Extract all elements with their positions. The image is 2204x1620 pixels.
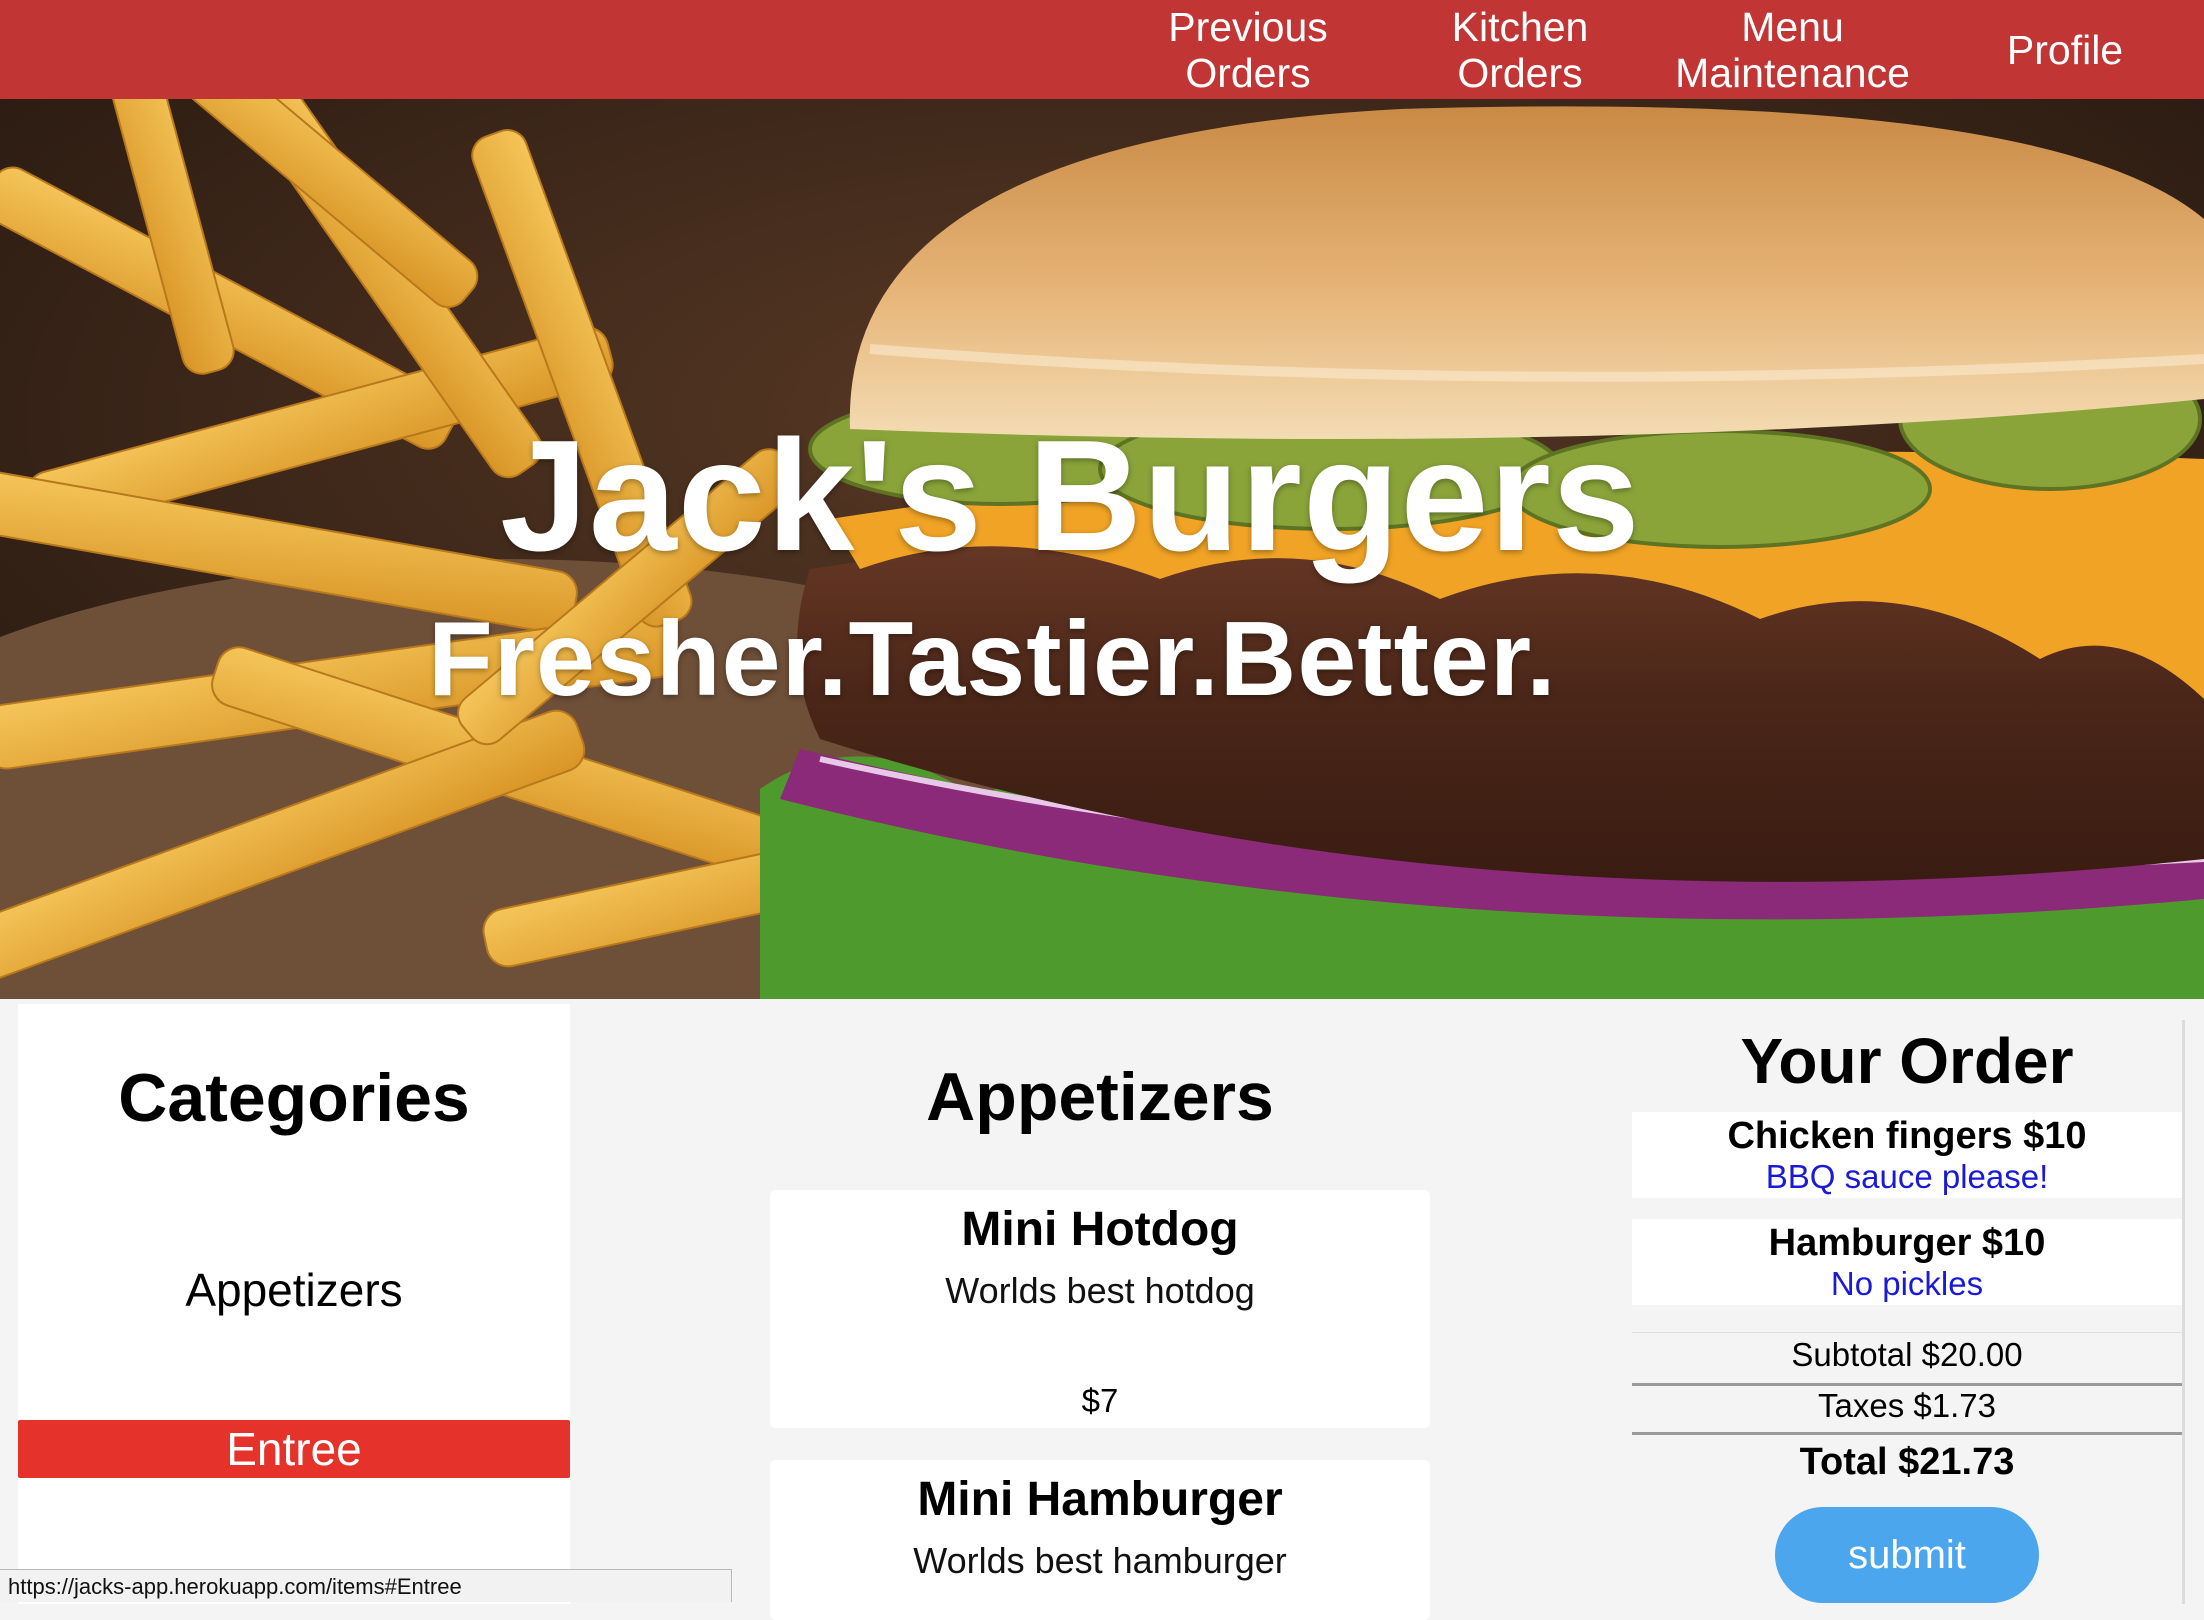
menu-item-name: Mini Hamburger: [917, 1473, 1283, 1526]
menu-item-card[interactable]: Mini Hotdog Worlds best hotdog $7: [770, 1190, 1430, 1428]
category-appetizers[interactable]: Appetizers: [18, 1261, 570, 1319]
nav-menu-maintenance-line1: Menu: [1741, 3, 1844, 50]
hero-tagline: Fresher.Tastier.Better.: [428, 600, 1557, 718]
nav-menu-maintenance[interactable]: Menu Maintenance: [1655, 0, 1930, 99]
hero-banner: Jack's Burgers Fresher.Tastier.Better.: [0, 99, 2204, 999]
nav-kitchen-orders-line2: Orders: [1457, 49, 1583, 96]
order-line-item[interactable]: Chicken fingers $10 BBQ sauce please!: [1632, 1112, 2182, 1198]
nav-previous-orders[interactable]: Previous Orders: [1130, 0, 1366, 99]
order-line-name: Hamburger $10: [1768, 1222, 2046, 1264]
menu-item-name: Mini Hotdog: [961, 1203, 1239, 1256]
order-line-item[interactable]: Hamburger $10 No pickles: [1632, 1219, 2182, 1305]
nav-kitchen-orders[interactable]: Kitchen Orders: [1400, 0, 1640, 99]
nav-menu-maintenance-line2: Maintenance: [1675, 49, 1910, 96]
menu-section-heading: Appetizers: [926, 1059, 1274, 1135]
menu-item-description: Worlds best hamburger: [913, 1540, 1287, 1581]
nav-kitchen-orders-line1: Kitchen: [1451, 3, 1589, 50]
menu-item-price: $7: [1081, 1382, 1119, 1419]
nav-profile-label: Profile: [2006, 26, 2124, 73]
category-entree[interactable]: Entree: [18, 1420, 570, 1478]
order-line-note: No pickles: [1830, 1265, 1984, 1302]
order-total: Total $21.73: [1799, 1441, 2015, 1483]
order-subtotal: Subtotal $20.00: [1632, 1332, 2182, 1386]
nav-previous-orders-line2: Orders: [1185, 49, 1311, 96]
order-line-note: BBQ sauce please!: [1765, 1158, 2049, 1195]
top-nav-bar: Previous Orders Kitchen Orders Menu Main…: [0, 0, 2204, 99]
browser-status-bar-url: https://jacks-app.herokuapp.com/items#En…: [0, 1569, 732, 1602]
order-taxes: Taxes $1.73: [1632, 1382, 2182, 1435]
order-heading: Your Order: [1740, 1025, 2074, 1097]
order-line-name: Chicken fingers $10: [1727, 1115, 2087, 1157]
nav-previous-orders-line1: Previous: [1168, 3, 1328, 50]
menu-item-card[interactable]: Mini Hamburger Worlds best hamburger: [770, 1460, 1430, 1620]
nav-profile[interactable]: Profile: [1975, 0, 2155, 99]
categories-panel: Categories Appetizers Entree: [18, 1004, 570, 1604]
submit-order-button[interactable]: submit: [1775, 1507, 2039, 1603]
menu-item-description: Worlds best hotdog: [945, 1270, 1255, 1311]
hero-title: Jack's Burgers: [500, 408, 1641, 584]
categories-heading: Categories: [118, 1060, 470, 1136]
order-panel: Your Order Chicken fingers $10 BBQ sauce…: [1632, 1020, 2185, 1604]
